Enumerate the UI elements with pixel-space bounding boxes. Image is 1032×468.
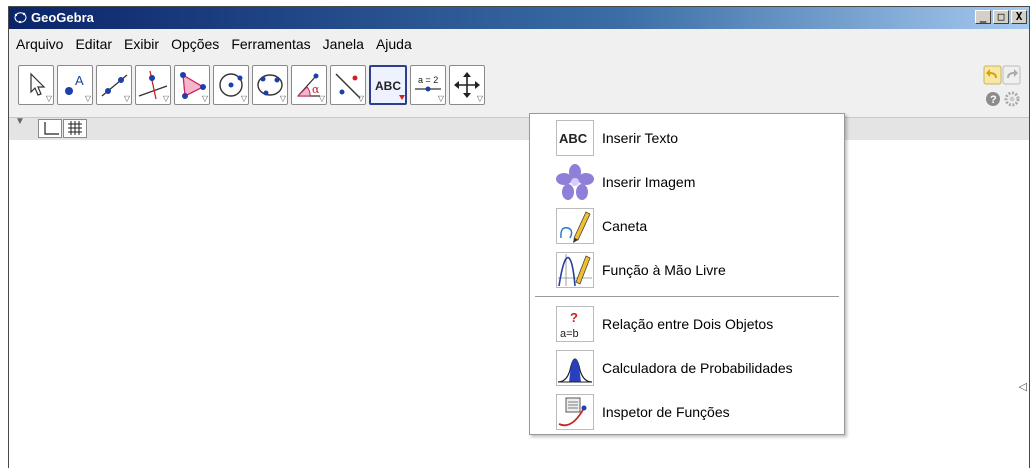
tool-perpendicular[interactable]: ▽: [135, 65, 171, 105]
minimize-button[interactable]: _: [975, 10, 991, 24]
collapse-arrow-icon[interactable]: ▼: [15, 116, 25, 127]
menu-item-label: Relação entre Dois Objetos: [602, 316, 774, 332]
window-controls: _ □ X: [975, 10, 1027, 24]
menu-janela[interactable]: Janela: [317, 33, 370, 55]
pen-icon: [556, 208, 594, 244]
relation-equality-text: a=b: [560, 328, 579, 340]
relation-icon: ? a=b: [556, 306, 594, 342]
menu-item-inspetor-funcoes[interactable]: Inspetor de Funções: [530, 392, 844, 432]
tool-angle[interactable]: α ▽: [291, 65, 327, 105]
menu-ferramentas[interactable]: Ferramentas: [225, 33, 316, 55]
undo-icon[interactable]: [983, 65, 1002, 85]
tool-polygon[interactable]: ▽: [174, 65, 210, 105]
abc-text-icon: ABC: [556, 120, 594, 156]
geogebra-window: GeoGebra _ □ X Arquivo Editar Exibir Opç…: [8, 6, 1030, 468]
menu-item-label: Calculadora de Probabilidades: [602, 360, 793, 376]
axes-toggle[interactable]: [38, 119, 62, 138]
tool-slider[interactable]: a = 2 ▽: [410, 65, 446, 105]
svg-text:?: ?: [990, 94, 997, 106]
menu-item-label: Função à Mão Livre: [602, 262, 726, 278]
tool-circle[interactable]: ▽: [213, 65, 249, 105]
window-title: GeoGebra: [31, 10, 94, 25]
menu-item-caneta[interactable]: Caneta: [530, 206, 844, 246]
relation-question-mark: ?: [570, 310, 578, 325]
tool-move[interactable]: ▽: [18, 65, 54, 105]
menu-opcoes[interactable]: Opções: [165, 33, 225, 55]
tool-point[interactable]: A ▽: [57, 65, 93, 105]
slider-label: a = 2: [418, 75, 438, 85]
tool-line[interactable]: ▽: [96, 65, 132, 105]
help-icon[interactable]: ?: [986, 92, 1000, 106]
freehand-function-icon: [556, 252, 594, 288]
menu-item-label: Inspetor de Funções: [602, 404, 730, 420]
axes-icon: [44, 122, 59, 135]
undo-redo-group: ?: [983, 65, 1021, 109]
gear-icon[interactable]: [1004, 91, 1020, 107]
image-flower-icon: [556, 164, 594, 200]
point-label-a: A: [75, 73, 84, 88]
menu-editar[interactable]: Editar: [69, 33, 118, 55]
function-inspector-icon: [556, 394, 594, 430]
menu-item-label: Inserir Imagem: [602, 174, 696, 190]
tool-text[interactable]: ABC: [369, 65, 407, 105]
close-button[interactable]: X: [1011, 10, 1027, 24]
probability-calculator-icon: [556, 350, 594, 386]
menu-item-funcao-mao-livre[interactable]: Função à Mão Livre: [530, 250, 844, 290]
menu-item-inserir-imagem[interactable]: Inserir Imagem: [530, 162, 844, 202]
tool-move-graphics[interactable]: ▽: [449, 65, 485, 105]
tool-bar: ▽ A ▽ ▽ ▽ ▽ ▽ ▽ α ▽ ▽ ABC a = 2 ▽ ▽ ?: [9, 61, 1029, 117]
menu-item-calculadora-probabilidades[interactable]: Calculadora de Probabilidades: [530, 348, 844, 388]
menu-bar: Arquivo Editar Exibir Opções Ferramentas…: [9, 33, 418, 55]
menu-separator: [535, 296, 839, 297]
geogebra-logo-icon: [14, 12, 27, 24]
grid-icon: [68, 121, 82, 135]
tool-text-label: ABC: [375, 79, 401, 93]
menu-item-inserir-texto[interactable]: ABC Inserir Texto: [530, 118, 844, 158]
graphics-view[interactable]: ◁: [9, 140, 1029, 468]
menu-item-label: Inserir Texto: [602, 130, 678, 146]
tool-conic[interactable]: ▽: [252, 65, 288, 105]
style-bar: ▼: [9, 116, 1029, 141]
menu-arquivo[interactable]: Arquivo: [9, 33, 69, 55]
text-tool-dropdown: ABC Inserir Texto Inserir Imagem Caneta: [529, 113, 845, 435]
menu-ajuda[interactable]: Ajuda: [370, 33, 418, 55]
grid-toggle[interactable]: [63, 119, 87, 138]
abc-icon-text: ABC: [559, 131, 588, 146]
tool-reflect[interactable]: ▽: [330, 65, 366, 105]
menu-item-label: Caneta: [602, 218, 648, 234]
menu-item-relacao[interactable]: ? a=b Relação entre Dois Objetos: [530, 304, 844, 344]
side-panel-arrow-icon[interactable]: ◁: [1019, 380, 1027, 393]
text-icon: ABC: [375, 79, 405, 100]
title-bar: GeoGebra _ □ X: [9, 7, 1029, 29]
maximize-button[interactable]: □: [993, 10, 1009, 24]
redo-icon[interactable]: [1002, 65, 1021, 85]
menu-exibir[interactable]: Exibir: [118, 33, 165, 55]
